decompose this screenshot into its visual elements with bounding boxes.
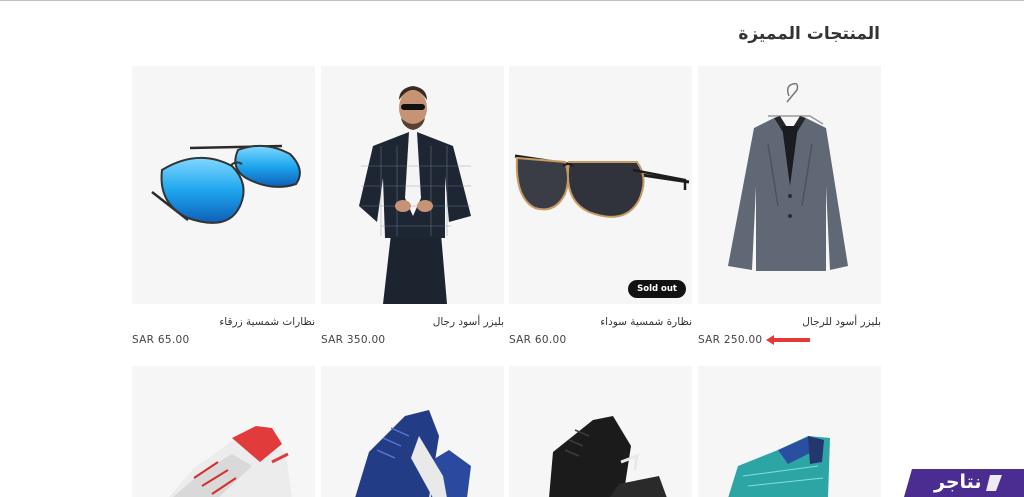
teal-sneaker-image [728, 436, 830, 497]
product-image-black-sneaker[interactable] [509, 366, 692, 497]
product-name[interactable]: بليزر أسود رجال [433, 316, 504, 328]
product-card-3[interactable]: بليزر أسود رجال SAR 350.00 [321, 66, 504, 346]
product-name[interactable]: نظارة شمسية سوداء [600, 316, 692, 328]
product-card-7[interactable] [321, 366, 504, 497]
blazer-on-hanger-image [728, 82, 848, 271]
product-price: SAR 60.00 [509, 334, 567, 346]
product-card-4[interactable]: نظارات شمسية زرقاء SAR 65.00 [132, 66, 315, 346]
black-sneaker-image [549, 416, 667, 497]
product-name[interactable]: بليزر أسود للرجال [802, 316, 881, 328]
blue-sneaker-image [355, 410, 471, 497]
product-image-man-blazer[interactable] [321, 66, 504, 304]
red-white-sneaker-image [168, 426, 292, 497]
product-image-teal-sneaker[interactable] [698, 366, 881, 497]
man-in-blazer-image [359, 86, 471, 304]
product-card-5[interactable] [698, 366, 881, 497]
product-image-blue-sunglasses[interactable] [132, 66, 315, 304]
top-divider [0, 0, 1024, 1]
product-price: SAR 65.00 [132, 334, 190, 346]
product-image-blazer-hanger[interactable] [698, 66, 881, 304]
product-card-1[interactable]: بليزر أسود للرجال SAR 250.00 [698, 66, 881, 346]
brand-name: نتاجر [934, 471, 982, 493]
black-sunglasses-image [514, 154, 690, 218]
product-price: SAR 350.00 [321, 334, 386, 346]
product-price: SAR 250.00 [698, 334, 763, 346]
product-image-black-sunglasses[interactable]: Sold out [509, 66, 692, 304]
product-card-2[interactable]: Sold out نظارة شمسية سوداء SAR 60.00 [509, 66, 692, 346]
product-name[interactable]: نظارات شمسية زرقاء [219, 316, 315, 328]
product-card-8[interactable] [132, 366, 315, 497]
product-card-6[interactable] [509, 366, 692, 497]
sold-out-badge: Sold out [628, 280, 686, 298]
product-image-blue-sneaker[interactable] [321, 366, 504, 497]
section-title: المنتجات المميزة [738, 24, 880, 44]
blue-sunglasses-image [151, 144, 301, 224]
annotation-arrow-icon [766, 335, 810, 345]
product-image-red-white-sneaker[interactable] [132, 366, 315, 497]
